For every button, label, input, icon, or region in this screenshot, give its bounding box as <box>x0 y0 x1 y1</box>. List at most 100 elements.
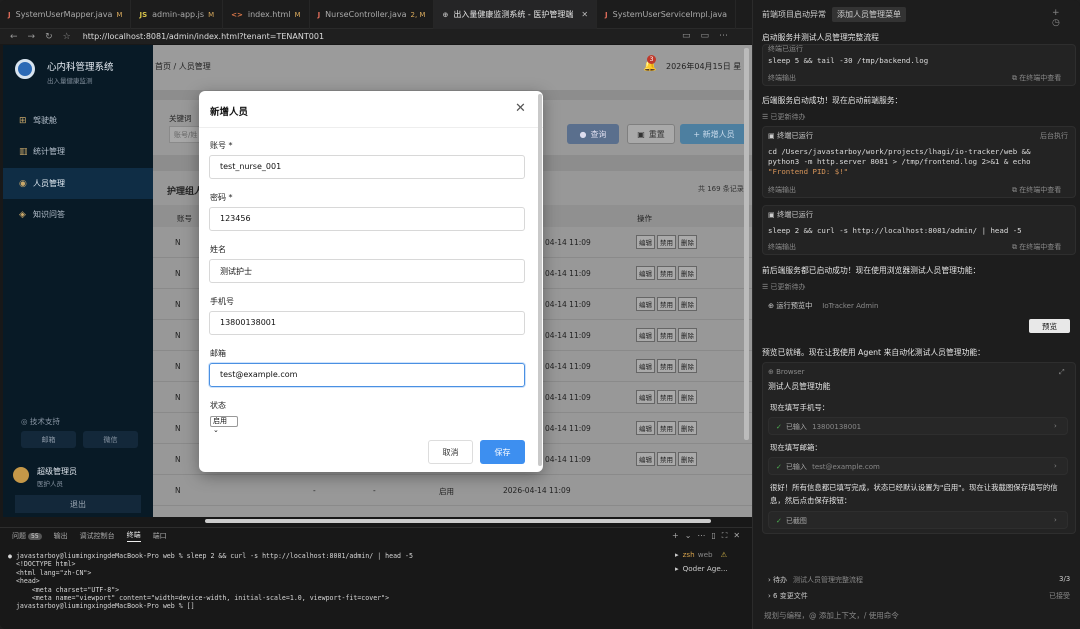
chat-input[interactable]: 规划与编程，@ 添加上下文，/ 使用命令 <box>758 604 1076 624</box>
menu-item-staff[interactable]: ◉ 人员管理 <box>3 168 153 199</box>
editor-tab[interactable]: <> index.html M <box>223 0 310 29</box>
back-icon[interactable]: ← <box>10 32 18 42</box>
edit-button[interactable]: 编辑 <box>636 390 655 404</box>
menu-item-stats[interactable]: ▥ 统计管理 <box>3 136 153 167</box>
panel-tabs: 问题 55 输出 调试控制台 终端 端口 <box>0 527 752 545</box>
delete-button[interactable]: 删除 <box>678 235 697 249</box>
reload-icon[interactable]: ↻ <box>45 32 53 42</box>
delete-button[interactable]: 删除 <box>678 390 697 404</box>
disable-button[interactable]: 禁用 <box>657 328 676 342</box>
add-staff-button[interactable]: + 新增人员 <box>680 124 748 144</box>
search-button[interactable]: ● 查询 <box>567 124 619 144</box>
terminal-output-toggle[interactable]: 终端输出 <box>768 73 796 83</box>
tab-ports[interactable]: 端口 <box>153 531 167 541</box>
account-field[interactable]: test_nurse_001 <box>209 155 525 179</box>
disable-button[interactable]: 禁用 <box>657 359 676 373</box>
close-icon[interactable]: ✕ <box>515 101 526 116</box>
cell-time: 04-14 11:09 <box>545 455 591 464</box>
table-row[interactable]: N - - 启用 2026-04-14 11:09 <box>153 475 752 506</box>
list-icon: ☰ <box>762 283 771 291</box>
expand-icon[interactable]: ⤢ <box>1059 368 1065 377</box>
menu-label: 人员管理 <box>33 179 65 188</box>
terminal-output-toggle[interactable]: 终端输出 <box>768 185 796 195</box>
editor-tab[interactable]: ⊕ 出入量健康监测系统 - 医护管理端 ✕ <box>434 0 598 29</box>
delete-button[interactable]: 删除 <box>678 452 697 466</box>
star-icon[interactable]: ☆ <box>63 32 71 42</box>
tab-label: 问题 <box>12 532 26 540</box>
changes-row[interactable]: › 6 变更文件 <box>768 591 808 601</box>
password-field[interactable]: 123456 <box>209 207 525 231</box>
editor-tab[interactable]: J SystemUserMapper.java M <box>0 0 132 29</box>
reset-label: 重置 <box>648 129 665 139</box>
disable-button[interactable]: 禁用 <box>657 297 676 311</box>
file-type-icon: J <box>8 10 11 19</box>
terminal-icon: ▸ <box>675 563 679 573</box>
logout-button[interactable]: 退出 <box>15 495 141 513</box>
close-icon[interactable]: ✕ <box>581 10 588 19</box>
menu-item-dashboard[interactable]: ⊞ 驾驶舱 <box>3 105 153 136</box>
session-name: zsh <box>682 549 695 559</box>
session-zsh[interactable]: ▸ zsh web ⚠ <box>675 547 752 561</box>
edit-button[interactable]: 编辑 <box>636 235 655 249</box>
phone-field[interactable]: 13800138001 <box>209 311 525 335</box>
session-qoder[interactable]: ▸ Qoder Age... <box>675 561 752 575</box>
tab-debug-console[interactable]: 调试控制台 <box>80 531 115 541</box>
editor-tab[interactable]: JS admin-app.js M <box>131 0 224 29</box>
terminal-output[interactable]: ● javastarboy@liumingxingdeMacBook-Pro w… <box>8 552 413 611</box>
editor-tab[interactable]: J NurseController.java 2, M <box>310 0 435 29</box>
preview-button[interactable]: 预览 <box>1029 319 1070 333</box>
save-button[interactable]: 保存 <box>480 440 525 464</box>
delete-button[interactable]: 删除 <box>678 266 697 280</box>
dialog-scrollbar[interactable] <box>538 94 542 466</box>
delete-button[interactable]: 删除 <box>678 297 697 311</box>
forward-icon[interactable]: → <box>28 32 36 42</box>
edit-button[interactable]: 编辑 <box>636 421 655 435</box>
delete-button[interactable]: 删除 <box>678 421 697 435</box>
tab-output[interactable]: 输出 <box>54 531 68 541</box>
email-field[interactable]: test@example.com <box>209 363 525 387</box>
chevron-right-icon: › <box>1054 422 1057 430</box>
terminal-output-toggle[interactable]: 终端输出 <box>768 242 796 252</box>
edit-button[interactable]: 编辑 <box>636 359 655 373</box>
tab-problems[interactable]: 问题 55 <box>12 531 42 541</box>
menu-item-qa[interactable]: ◈ 知识问答 <box>3 199 153 230</box>
disable-button[interactable]: 禁用 <box>657 390 676 404</box>
delete-button[interactable]: 删除 <box>678 359 697 373</box>
todo-row[interactable]: › 待办 测试人员管理完整流程 <box>768 575 863 585</box>
open-in-terminal-link[interactable]: ⧉ 在终端中查看 <box>1012 73 1061 83</box>
edit-button[interactable]: 编辑 <box>636 328 655 342</box>
email-button[interactable]: 邮箱 <box>21 431 76 448</box>
open-in-terminal-link[interactable]: ⧉ 在终端中查看 <box>1012 242 1061 252</box>
wechat-button[interactable]: 微信 <box>83 431 138 448</box>
disable-button[interactable]: 禁用 <box>657 452 676 466</box>
phone-value: 13800138001 <box>812 423 862 431</box>
edit-button[interactable]: 编辑 <box>636 266 655 280</box>
browser-tools-icons[interactable]: ▭▭⋯ <box>682 31 738 41</box>
edit-button[interactable]: 编辑 <box>636 297 655 311</box>
reset-button[interactable]: ▣ 重置 <box>627 124 675 144</box>
tab-add-menu[interactable]: 添加人员管理菜单 <box>832 7 906 22</box>
add-staff-dialog: 新增人员 ✕ 账号 * test_nurse_001 密码 * 123456 姓… <box>199 91 543 472</box>
disable-button[interactable]: 禁用 <box>657 421 676 435</box>
name-field[interactable]: 测试护士 <box>209 259 525 283</box>
row-actions: 编辑 禁用 删除 <box>636 235 697 249</box>
link-label: 在终端中查看 <box>1019 186 1062 194</box>
status-select[interactable]: 启用 ⌄ <box>210 416 238 434</box>
page-scrollbar[interactable] <box>744 48 749 440</box>
cancel-button[interactable]: 取消 <box>428 440 473 464</box>
edit-button[interactable]: 编辑 <box>636 452 655 466</box>
disable-button[interactable]: 禁用 <box>657 235 676 249</box>
agent-actions-icons[interactable]: + ◷ <box>1052 8 1080 28</box>
terminal-actions-icons[interactable]: +⌄⋯▯⛶✕ <box>672 531 746 541</box>
url-bar[interactable]: http://localhost:8081/admin/index.html?t… <box>83 32 324 41</box>
editor-tab[interactable]: J SystemUserServiceImpl.java <box>597 0 737 29</box>
step-screenshot-result[interactable] <box>768 511 1068 529</box>
browser-tag: ⊕ Browser <box>768 368 804 376</box>
open-in-terminal-link[interactable]: ⧉ 在终端中查看 <box>1012 185 1061 195</box>
disable-button[interactable]: 禁用 <box>657 266 676 280</box>
tab-frontend-error[interactable]: 前端项目启动异常 <box>762 9 826 20</box>
dashboard-icon: ⊞ <box>19 115 27 126</box>
delete-button[interactable]: 删除 <box>678 328 697 342</box>
horizontal-scrollbar[interactable] <box>205 519 711 523</box>
tab-terminal[interactable]: 终端 <box>126 530 141 542</box>
